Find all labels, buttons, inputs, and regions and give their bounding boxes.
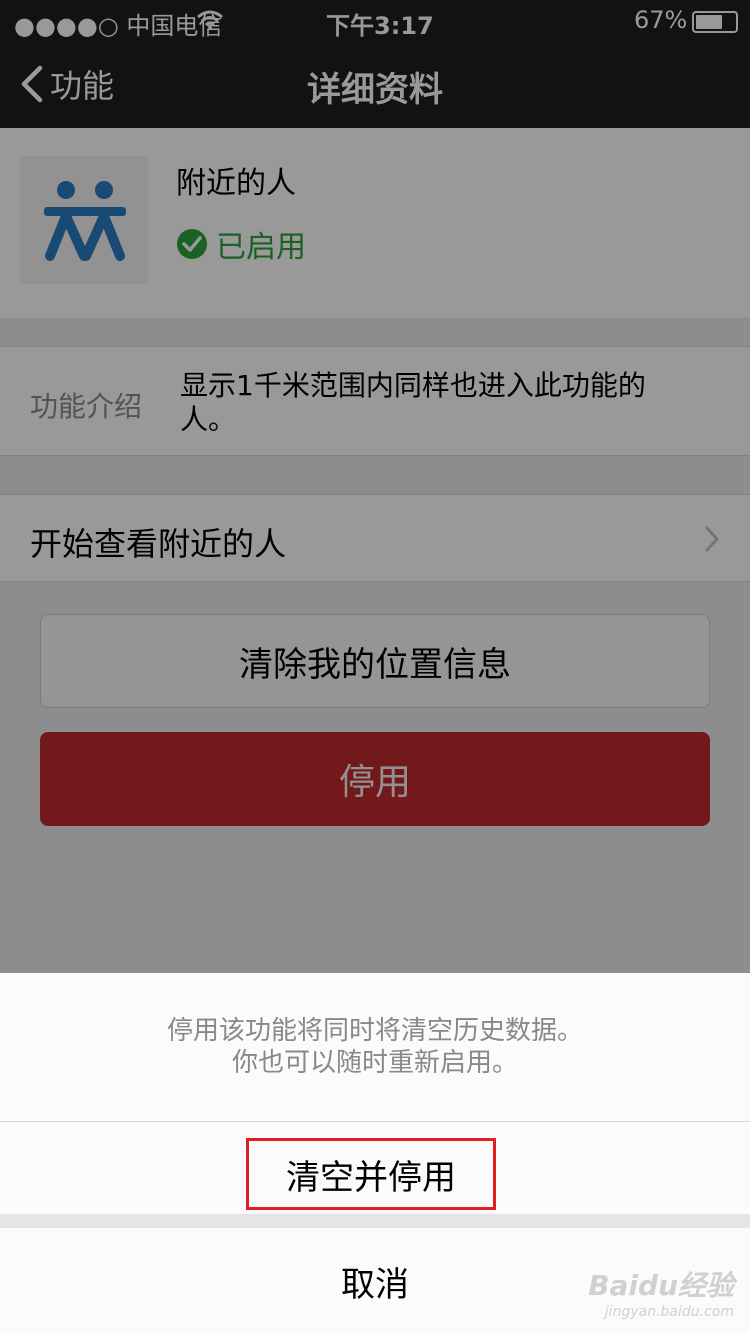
highlight-box: 清空并停用 [246,1138,496,1210]
confirm-label: 清空并停用 [286,1157,456,1198]
watermark-url: jingyan.baidu.com [604,1304,734,1320]
sheet-message-line: 你也可以随时重新启用。 [231,1048,518,1078]
confirm-disable-button[interactable]: 清空并停用 [0,1122,750,1214]
sheet-message: 停用该功能将同时将清空历史数据。 你也可以随时重新启用。 [0,973,750,1122]
sheet-message-text: 停用该功能将同时将清空历史数据。 你也可以随时重新启用。 [0,1015,750,1079]
sheet-message-line: 停用该功能将同时将清空历史数据。 [166,1016,583,1046]
watermark-logo: Baidu经验 [588,1269,734,1302]
sheet-divider [0,1214,750,1228]
baidu-watermark: Baidu经验 jingyan.baidu.com [574,1264,734,1320]
